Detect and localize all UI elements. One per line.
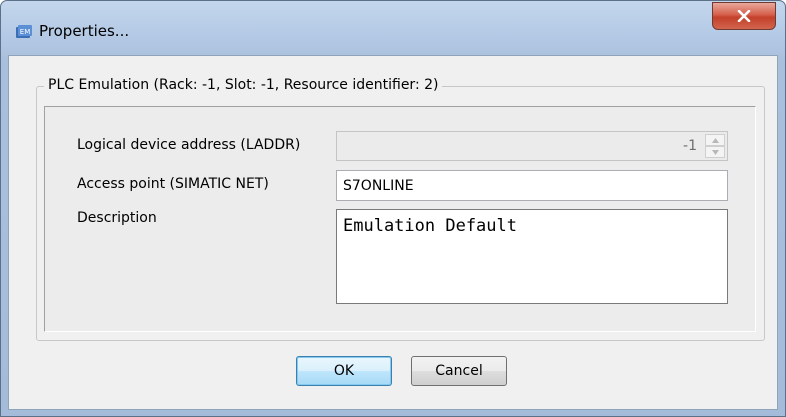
- access-point-input[interactable]: [336, 170, 728, 201]
- laddr-spin-buttons: [705, 134, 725, 158]
- ok-button[interactable]: OK: [296, 356, 392, 386]
- laddr-spinner: -1: [336, 131, 728, 161]
- dialog-client-area: PLC Emulation (Rack: -1, Slot: -1, Resou…: [8, 55, 778, 410]
- close-button[interactable]: [712, 2, 776, 30]
- access-point-label: Access point (SIMATIC NET): [77, 176, 269, 192]
- group-label: PLC Emulation (Rack: -1, Slot: -1, Resou…: [44, 77, 443, 93]
- spin-down-arrow-icon: [712, 150, 719, 155]
- laddr-label: Logical device address (LADDR): [77, 137, 301, 153]
- spin-up-arrow-icon: [712, 138, 719, 143]
- laddr-value: -1: [683, 138, 697, 154]
- description-label: Description: [77, 210, 157, 226]
- properties-dialog-window: EM Properties... PLC Emulation (Rack: -1…: [0, 0, 786, 417]
- description-textarea[interactable]: Emulation Default: [336, 209, 728, 304]
- window-title: Properties...: [39, 22, 130, 40]
- cancel-button[interactable]: Cancel: [411, 356, 507, 386]
- spin-up-button: [705, 134, 725, 146]
- title-bar[interactable]: EM Properties...: [1, 1, 785, 47]
- simatic-emulation-icon: EM: [16, 25, 32, 38]
- close-x-icon: [737, 10, 751, 22]
- svg-text:EM: EM: [20, 28, 30, 36]
- spin-down-button: [705, 146, 725, 158]
